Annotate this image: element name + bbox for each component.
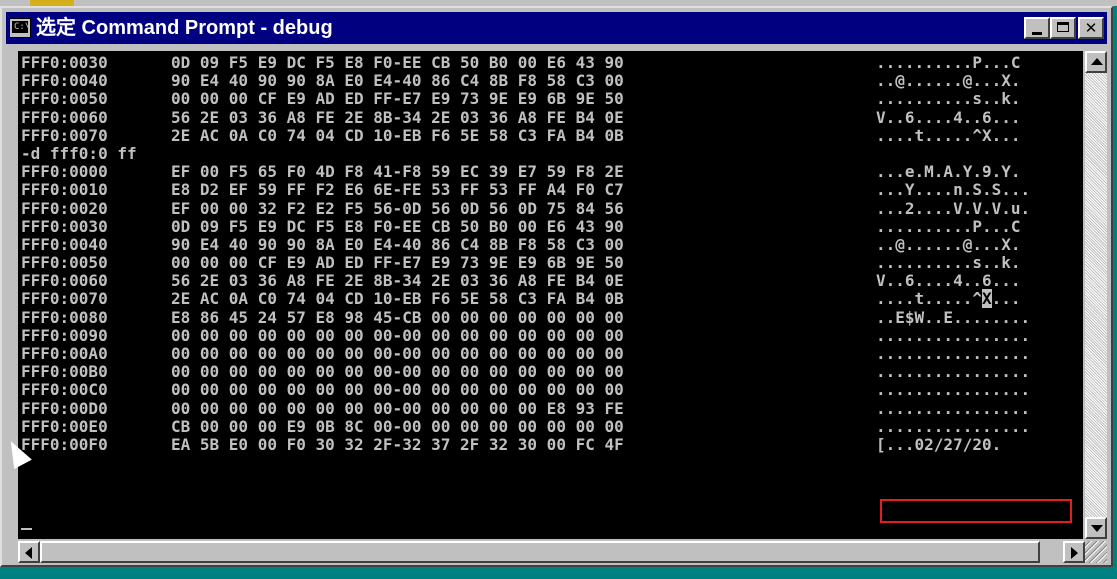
close-button[interactable]: ✕	[1078, 17, 1104, 39]
line-hex-bytes: 00 00 00 00 00 00 00 00-00 00 00 00 00 0…	[171, 325, 624, 345]
line-ascii: V..6....4..6...	[876, 107, 1021, 127]
line-address: FFF0:0010	[21, 180, 108, 200]
line-address: FFF0:00C0	[21, 380, 108, 400]
line-address: FFF0:00A0	[21, 344, 108, 363]
line-hex-bytes: 00 00 00 00 00 00 00 00-00 00 00 00 00 0…	[171, 380, 624, 400]
line-ascii: ................	[876, 362, 1031, 382]
console-output[interactable]: FFF0:0030 0D 09 F5 E9 DC F5 E8 F0-EE CB 5…	[18, 51, 1083, 539]
line-hex-bytes: 00 00 00 CF E9 AD ED FF-E7 E9 73 9E E9 6…	[171, 89, 624, 109]
scroll-up-button[interactable]	[1085, 51, 1107, 73]
arrow-down-icon	[1091, 525, 1103, 532]
line-hex-bytes: E8 86 45 24 57 E8 98 45-CB 00 00 00 00 0…	[171, 307, 624, 327]
line-hex-bytes: 00 00 00 00 00 00 00 00-00 00 00 00 00 0…	[171, 344, 624, 363]
line-ascii: [...02/27/20.	[876, 434, 1002, 454]
line-address: FFF0:0040	[21, 234, 108, 254]
line-hex-bytes: 90 E4 40 90 90 8A E0 E4-40 86 C4 8B F8 5…	[171, 71, 624, 91]
line-ascii: ..........s..k.	[876, 89, 1021, 109]
arrow-right-icon	[1071, 547, 1078, 559]
text-cursor	[21, 528, 32, 530]
line-hex-bytes: 56 2E 03 36 A8 FE 2E 8B-34 2E 03 36 A8 F…	[171, 107, 624, 127]
line-hex-bytes: EF 00 00 32 F2 E2 F5 56-0D 56 0D 56 0D 7…	[171, 198, 624, 218]
line-hex-bytes: 2E AC 0A C0 74 04 CD 10-EB F6 5E 58 C3 F…	[171, 125, 624, 145]
line-address: FFF0:0050	[21, 89, 108, 109]
arrow-left-icon	[25, 547, 32, 559]
command-prompt-window: C:\ 选定 Command Prompt - debug ✕ FFF0:003…	[0, 6, 1113, 567]
line-address: FFF0:00E0	[21, 416, 108, 436]
horizontal-scroll-thumb[interactable]	[40, 541, 1040, 563]
line-ascii: ..@......@...X.	[876, 234, 1021, 254]
line-address: FFF0:0070	[21, 125, 108, 145]
line-ascii: ...2....V.V.V.u.	[876, 198, 1031, 218]
line-ascii: ................	[876, 416, 1031, 436]
line-hex-bytes: EF 00 F5 65 F0 4D F8 41-F8 59 EC 39 E7 5…	[171, 162, 624, 182]
line-address: FFF0:00D0	[21, 398, 108, 418]
console-icon-glyph: C:\	[14, 22, 31, 32]
line-hex-bytes: 90 E4 40 90 90 8A E0 E4-40 86 C4 8B F8 5…	[171, 234, 624, 254]
line-ascii: ................	[876, 344, 1031, 363]
console-app-icon[interactable]: C:\	[9, 18, 31, 38]
scroll-right-button[interactable]	[1063, 541, 1085, 563]
line-address: FFF0:0060	[21, 271, 108, 291]
line-hex-bytes: 0D 09 F5 E9 DC F5 E8 F0-EE CB 50 B0 00 E…	[171, 216, 624, 236]
line-address: FFF0:0080	[21, 307, 108, 327]
selected-char: X	[981, 289, 992, 309]
line-ascii: ................	[876, 398, 1031, 418]
line-hex-bytes: 00 00 00 00 00 00 00 00-00 00 00 00 00 0…	[171, 362, 624, 382]
line-ascii: ................	[876, 380, 1031, 400]
line-ascii: ...Y....n.S.S...	[876, 180, 1031, 200]
line-ascii: ..........P...C	[876, 216, 1021, 236]
scroll-left-button[interactable]	[18, 541, 40, 563]
maximize-button[interactable]	[1050, 17, 1076, 39]
line-hex-bytes: EA 5B E0 00 F0 30 32 2F-32 37 2F 32 30 0…	[171, 434, 624, 454]
line-ascii: ...e.M.A.Y.9.Y.	[876, 162, 1021, 182]
line-address: -d fff0:0 ff	[21, 143, 137, 163]
line-address: FFF0:00F0	[21, 434, 108, 454]
line-hex-bytes: E8 D2 EF 59 FF F2 E6 6E-FE 53 FF 53 FF A…	[171, 180, 624, 200]
vertical-scrollbar[interactable]	[1085, 51, 1107, 539]
line-hex-bytes: 00 00 00 CF E9 AD ED FF-E7 E9 73 9E E9 6…	[171, 253, 624, 273]
title-bar[interactable]: C:\ 选定 Command Prompt - debug ✕	[6, 12, 1107, 44]
line-ascii: ....t.....^X...	[876, 289, 1021, 309]
line-hex-bytes: 00 00 00 00 00 00 00 00-00 00 00 00 00 E…	[171, 398, 624, 418]
line-ascii: V..6....4..6...	[876, 271, 1021, 291]
minimize-icon	[1032, 32, 1042, 35]
resize-grip[interactable]	[1085, 541, 1107, 563]
line-address: FFF0:0020	[21, 198, 108, 218]
line-address: FFF0:0030	[21, 53, 108, 72]
line-hex-bytes: 2E AC 0A C0 74 04 CD 10-EB F6 5E 58 C3 F…	[171, 289, 624, 309]
close-icon: ✕	[1084, 19, 1098, 37]
line-ascii: ..........s..k.	[876, 253, 1021, 273]
arrow-up-icon	[1091, 58, 1103, 65]
line-address: FFF0:0030	[21, 216, 108, 236]
date-highlight-box	[880, 499, 1072, 523]
maximize-icon	[1057, 22, 1069, 32]
line-address: FFF0:0060	[21, 107, 108, 127]
window-title: 选定 Command Prompt - debug	[36, 17, 333, 39]
line-ascii: ....t.....^X...	[876, 125, 1021, 145]
line-address: FFF0:0000	[21, 162, 108, 182]
line-ascii: ..........P...C	[876, 53, 1021, 72]
line-address: FFF0:0070	[21, 289, 108, 309]
scroll-down-button[interactable]	[1085, 517, 1107, 539]
line-ascii: ..@......@...X.	[876, 71, 1021, 91]
line-ascii: ................	[876, 325, 1031, 345]
line-address: FFF0:0090	[21, 325, 108, 345]
line-address: FFF0:00B0	[21, 362, 108, 382]
line-hex-bytes: CB 00 00 00 E9 0B 8C 00-00 00 00 00 00 0…	[171, 416, 624, 436]
minimize-button[interactable]	[1024, 17, 1050, 39]
horizontal-scrollbar[interactable]	[18, 541, 1085, 563]
line-hex-bytes: 56 2E 03 36 A8 FE 2E 8B-34 2E 03 36 A8 F…	[171, 271, 624, 291]
line-hex-bytes: 0D 09 F5 E9 DC F5 E8 F0-EE CB 50 B0 00 E…	[171, 53, 624, 72]
line-address: FFF0:0040	[21, 71, 108, 91]
line-address: FFF0:0050	[21, 253, 108, 273]
line-ascii: ..E$W..E........	[876, 307, 1031, 327]
